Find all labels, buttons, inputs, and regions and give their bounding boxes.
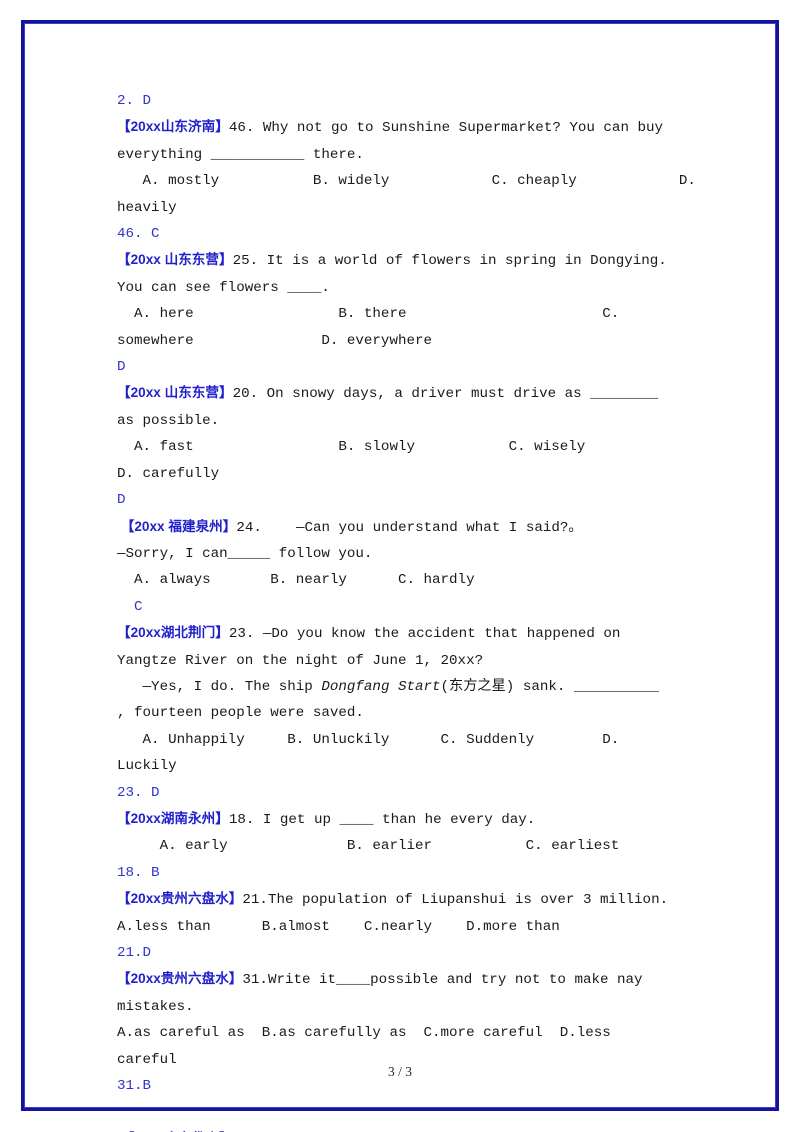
question-text: 18. I get up ____ than he every day.: [228, 811, 536, 828]
page-footer: 3 / 3: [0, 1064, 800, 1080]
answer-key-line: 21.D: [117, 940, 665, 966]
answer-key-text: 18. B: [117, 864, 160, 881]
body-line: A. early B. earlier C. earliest: [117, 833, 665, 859]
question-line-with-source-tag: 【20xx广东佛山】22. Meals are very boring. He …: [117, 1126, 665, 1132]
body-text: D. carefully: [117, 465, 220, 482]
source-tag: 【20xx贵州六盘水】: [117, 891, 243, 907]
body-text: , fourteen people were saved.: [117, 705, 364, 722]
body-line: Luckily: [117, 753, 665, 779]
body-text: A.less than B.almost C.nearly D.more tha…: [117, 918, 560, 935]
body-text: heavily: [117, 199, 177, 216]
body-text: somewhere D. everywhere: [117, 332, 433, 349]
body-text: as possible.: [117, 412, 220, 429]
question-line-with-source-tag: 【20xx湖北荆门】23. —Do you know the accident …: [117, 620, 665, 647]
question-line-with-source-tag: 【20xx湖南永州】18. I get up ____ than he ever…: [117, 806, 665, 833]
body-text: everything ___________ there.: [117, 146, 364, 163]
question-text: 21.The population of Liupanshui is over …: [242, 892, 669, 909]
question-line-with-source-tag: 【20xx贵州六盘水】21.The population of Liupansh…: [117, 886, 669, 913]
question-line-italic-title: —Yes, I do. The ship Dongfang Start(东方之星…: [117, 674, 665, 700]
question-text-mid: (东方之星) sank.: [440, 678, 574, 695]
source-tag: 【20xx山东济南】: [117, 119, 229, 135]
source-tag: 【20xx湖南永州】: [117, 810, 229, 826]
answer-key-text: 2. D: [117, 93, 152, 109]
answer-key-text: 46. C: [117, 226, 160, 243]
question-text: 25. It is a world of flowers in spring i…: [232, 253, 667, 270]
body-line: A.as careful as B.as carefully as C.more…: [117, 1020, 665, 1046]
source-tag: 【20xx湖北荆门】: [117, 625, 229, 641]
body-text: You can see flowers ____.: [117, 279, 330, 296]
question-text-pre: —Yes, I do. The ship: [117, 678, 322, 695]
answer-blank-underline: __________: [573, 678, 660, 695]
body-line: somewhere D. everywhere: [117, 328, 665, 354]
source-tag: 【20xx 山东东营】: [117, 252, 233, 268]
answer-key-line: 23. D: [117, 780, 665, 806]
body-line: as possible.: [117, 408, 665, 434]
page-number: 3 / 3: [387, 1064, 412, 1079]
body-text: A. here B. there C.: [117, 306, 620, 323]
body-line: D. carefully: [117, 461, 665, 487]
answer-key-text: C: [117, 598, 143, 615]
question-line-with-source-tag: 【20xx山东济南】46. Why not go to Sunshine Sup…: [117, 114, 665, 141]
body-line: A. mostly B. widely C. cheaply D.: [117, 168, 696, 194]
body-line: A. fast B. slowly C. wisely: [117, 434, 665, 460]
body-line: A. Unhappily B. Unluckily C. Suddenly D.: [117, 727, 665, 753]
body-line: Yangtze River on the night of June 1, 20…: [117, 648, 665, 674]
answer-key-line: 46. C: [117, 221, 665, 247]
ship-name-italic: Dongfang Start: [321, 678, 441, 695]
answer-key-line: C: [117, 594, 665, 620]
body-text: —Sorry, I can_____ follow you.: [117, 545, 373, 562]
body-line: A. always B. nearly C. hardly: [117, 567, 665, 593]
answer-key-line: 2. D: [117, 88, 665, 114]
source-tag: 【20xx 山东东营】: [117, 385, 233, 401]
question-line-with-source-tag: 【20xx贵州六盘水】31.Write it____possible and t…: [117, 966, 665, 993]
body-line: everything ___________ there.: [117, 142, 665, 168]
answer-key-line: D: [117, 354, 665, 380]
body-text: A. early B. earlier C. earliest: [117, 838, 620, 855]
question-text: 23. —Do you know the accident that happe…: [228, 626, 621, 643]
document-body: 2. D 【20xx山东济南】46. Why not go to Sunshine…: [117, 88, 696, 1132]
source-tag: 【20xx贵州六盘水】: [117, 971, 243, 987]
answer-key-line: D: [117, 487, 665, 513]
body-text: A. Unhappily B. Unluckily C. Suddenly D.: [117, 731, 620, 748]
answer-key-text: 23. D: [117, 784, 160, 801]
body-text: Yangtze River on the night of June 1, 20…: [117, 652, 484, 669]
body-text: mistakes.: [117, 998, 194, 1015]
body-text: A. always B. nearly C. hardly: [117, 572, 475, 589]
answer-key-text: 21.D: [117, 945, 152, 961]
question-line-with-source-tag: 【20xx 山东东营】25. It is a world of flowers …: [117, 247, 667, 274]
answer-key-line: 18. B: [117, 860, 665, 886]
body-line: You can see flowers ____.: [117, 275, 665, 301]
body-line: A.less than B.almost C.nearly D.more tha…: [117, 914, 665, 940]
question-line-with-source-tag: 【20xx 山东东营】20. On snowy days, a driver m…: [117, 380, 665, 407]
body-text: A. mostly B. widely C. cheaply D.: [117, 173, 696, 190]
body-text: A.as careful as B.as carefully as C.more…: [117, 1025, 611, 1042]
answer-key-text: 31.B: [117, 1078, 152, 1095]
question-text: 31.Write it____possible and try not to m…: [242, 972, 643, 989]
document-page: 2. D 【20xx山东济南】46. Why not go to Sunshine…: [0, 0, 800, 1132]
question-text: 24. —Can you understand what I said?。: [236, 519, 583, 536]
body-text: Luckily: [117, 758, 177, 775]
question-text: 46. Why not go to Sunshine Supermarket? …: [228, 120, 664, 137]
body-line: —Sorry, I can_____ follow you.: [117, 541, 665, 567]
answer-key-text: D: [117, 492, 126, 509]
answer-key-text: D: [117, 359, 126, 376]
body-line: heavily: [117, 195, 665, 221]
body-text: A. fast B. slowly C. wisely: [117, 439, 586, 456]
body-line: , fourteen people were saved.: [117, 700, 665, 726]
question-line-with-source-tag: 【20xx 福建泉州】24. —Can you understand what …: [117, 514, 665, 541]
body-line: mistakes.: [117, 994, 665, 1020]
body-line: A. here B. there C.: [117, 301, 665, 327]
question-text: 20. On snowy days, a driver must drive a…: [232, 386, 659, 403]
source-tag: 【20xx 福建泉州】: [117, 518, 237, 534]
